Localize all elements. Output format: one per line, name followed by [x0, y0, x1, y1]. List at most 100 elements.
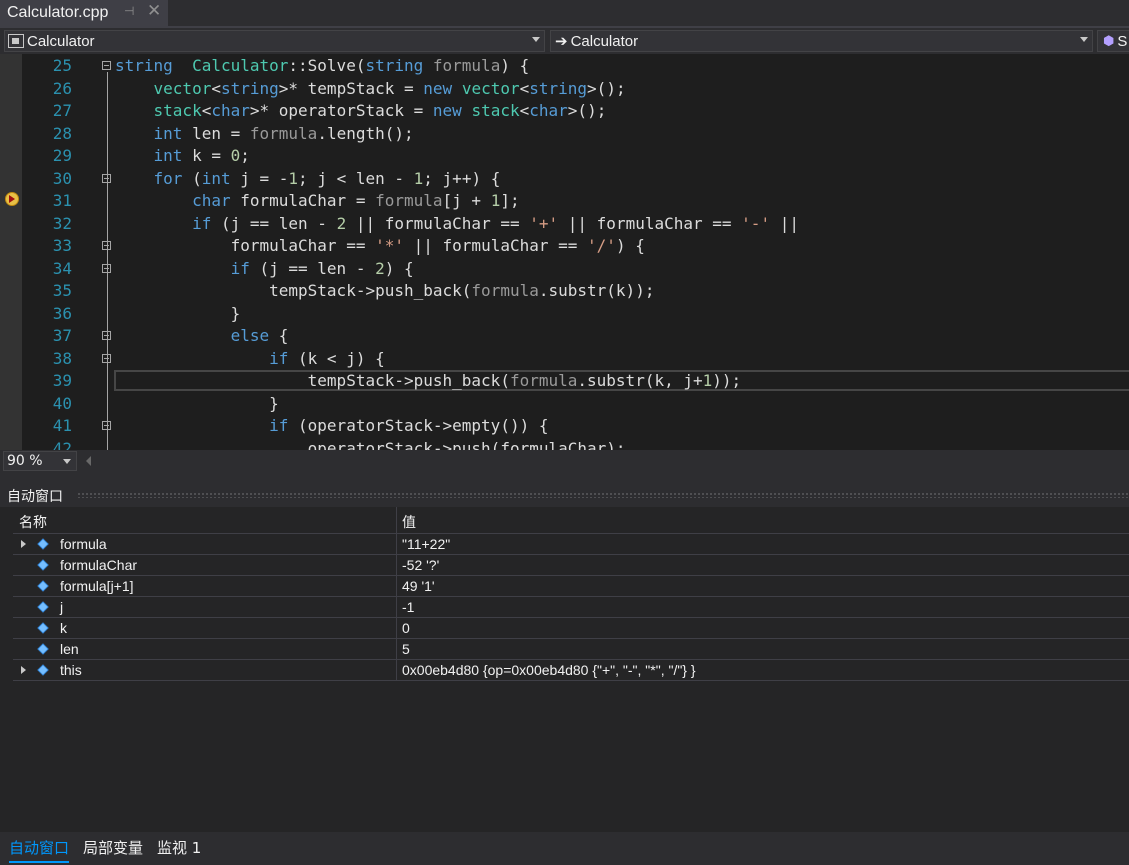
tab-watch-1[interactable]: 监视 1 [157, 837, 201, 858]
variable-value[interactable]: 0x00eb4d80 {op=0x00eb4d80 {"+", "-", "*"… [402, 662, 696, 678]
zoom-dropdown[interactable]: 90 % [3, 451, 77, 471]
expand-icon[interactable] [21, 540, 26, 548]
code-text: tempStack->push_back(formula.substr(k)); [115, 280, 654, 303]
code-text: } [115, 303, 241, 326]
code-token: } [115, 393, 279, 413]
code-line[interactable]: 34 if (j == len - 2) { [0, 258, 1129, 281]
code-line[interactable]: 41 if (operatorStack->empty()) { [0, 415, 1129, 438]
line-number: 37 [52, 326, 72, 345]
column-header-value[interactable]: 值 [402, 512, 416, 532]
tab-locals[interactable]: 局部变量 [83, 837, 143, 858]
variable-value[interactable]: 49 '1' [402, 578, 435, 594]
code-text: if (j == len - 2) { [115, 258, 414, 281]
code-token: vector [461, 78, 520, 98]
tab-title: Calculator.cpp [7, 4, 109, 21]
line-number: 32 [52, 213, 72, 233]
code-line[interactable]: 42 operatorStack->push(formulaChar); [0, 438, 1129, 451]
code-line[interactable]: 33 formulaChar == '*' || formulaChar == … [0, 235, 1129, 258]
code-editor[interactable]: 25 string Calculator::Solve(string formul… [0, 54, 1129, 450]
table-row[interactable]: formula "11+22" [13, 534, 1129, 555]
code-line[interactable]: 38 if (k < j) { [0, 348, 1129, 371]
line-number: 41 [52, 416, 72, 435]
code-text: operatorStack->push(formulaChar); [115, 438, 626, 451]
variable-name: formula[j+1] [60, 578, 134, 594]
variable-name: j [60, 599, 64, 615]
pin-icon[interactable]: ⊣ [124, 4, 134, 18]
variable-name: this [60, 662, 82, 678]
code-text: } [115, 393, 279, 416]
code-line[interactable]: 28 int len = formula.length(); [0, 123, 1129, 146]
member-scope-dropdown[interactable]: ⬢ S [1097, 30, 1129, 52]
variable-value[interactable]: "11+22" [402, 536, 450, 552]
code-token: >(); [587, 78, 626, 98]
type-scope-dropdown[interactable]: ➔ Calculator [550, 30, 1093, 52]
code-line[interactable]: 36 } [0, 303, 1129, 326]
line-number: 34 [52, 258, 72, 278]
variable-value[interactable]: 0 [402, 620, 410, 636]
code-token: for [153, 168, 183, 188]
line-number: 39 [52, 371, 72, 390]
table-row[interactable]: j -1 [13, 597, 1129, 618]
table-row[interactable]: k0 [13, 618, 1129, 639]
variable-cube-icon [37, 643, 50, 655]
code-token: formula [509, 371, 578, 390]
code-token: len = [182, 123, 250, 143]
tab-calculator-cpp[interactable]: Calculator.cpp ⊣ ✕ [0, 0, 168, 26]
variable-value[interactable]: -1 [402, 599, 414, 615]
code-token: new [432, 101, 462, 120]
code-token: 1 [413, 168, 424, 188]
close-icon[interactable]: ✕ [147, 1, 161, 21]
table-row[interactable]: this 0x00eb4d80 {op=0x00eb4d80 {"+", "-",… [13, 660, 1129, 681]
code-line[interactable]: 32 if (j == len - 2 || formulaChar == '+… [0, 213, 1129, 236]
code-token: char [211, 101, 250, 120]
scroll-left-icon[interactable] [86, 456, 91, 466]
code-line[interactable]: 40 } [0, 393, 1129, 416]
variable-value[interactable]: 5 [402, 641, 410, 657]
variable-cube-icon [37, 622, 50, 634]
code-token: 1 [490, 191, 501, 210]
code-text: string Calculator::Solve(string formula)… [115, 55, 529, 78]
code-line[interactable]: 37 else { [0, 325, 1129, 348]
code-line[interactable]: 39 tempStack->push_back(formula.substr(k… [0, 370, 1129, 393]
code-token: string [365, 56, 424, 75]
line-number: 42 [52, 438, 72, 451]
project-scope-dropdown[interactable]: Calculator [4, 30, 545, 52]
expand-icon[interactable] [21, 666, 26, 674]
variable-cube-icon [37, 601, 50, 613]
variable-value[interactable]: -52 '?' [402, 557, 439, 573]
code-line[interactable]: 26 vector<string>* tempStack = new vecto… [0, 78, 1129, 101]
table-row[interactable]: formulaChar -52 '?' [13, 555, 1129, 576]
tab-autos[interactable]: 自动窗口 [9, 837, 70, 863]
table-row[interactable]: formula[j+1] 49 '1' [13, 576, 1129, 597]
code-line[interactable]: 27 stack<char>* operatorStack = new stac… [0, 100, 1129, 123]
table-row[interactable]: len 5 [13, 639, 1129, 660]
code-token: (k < j) { [288, 348, 385, 368]
code-token: < [201, 101, 212, 120]
code-line[interactable]: 35 tempStack->push_back(formula.substr(k… [0, 280, 1129, 303]
code-token: else [230, 326, 270, 345]
code-token: vector [153, 78, 212, 98]
code-token: ) { [500, 56, 530, 75]
code-line[interactable]: 30 for (int j = -1; j < len - 1; j++) { [0, 168, 1129, 191]
code-line[interactable]: 29 int k = 0; [0, 145, 1129, 168]
line-number: 33 [52, 236, 72, 255]
code-line[interactable]: 25 string Calculator::Solve(string formul… [0, 55, 1129, 78]
column-header-name[interactable]: 名称 [19, 512, 47, 532]
line-number: 26 [52, 78, 72, 98]
panel-title: 自动窗口 [7, 489, 63, 505]
code-line[interactable]: 31 char formulaChar = formula[j + 1]; [0, 190, 1129, 213]
line-number: 30 [52, 168, 72, 188]
line-number: 36 [52, 303, 72, 323]
panel-drag-grip[interactable] [77, 492, 1129, 498]
code-token: ; [240, 146, 250, 165]
collapse-icon[interactable] [102, 61, 111, 70]
code-token: 2 [336, 213, 347, 233]
